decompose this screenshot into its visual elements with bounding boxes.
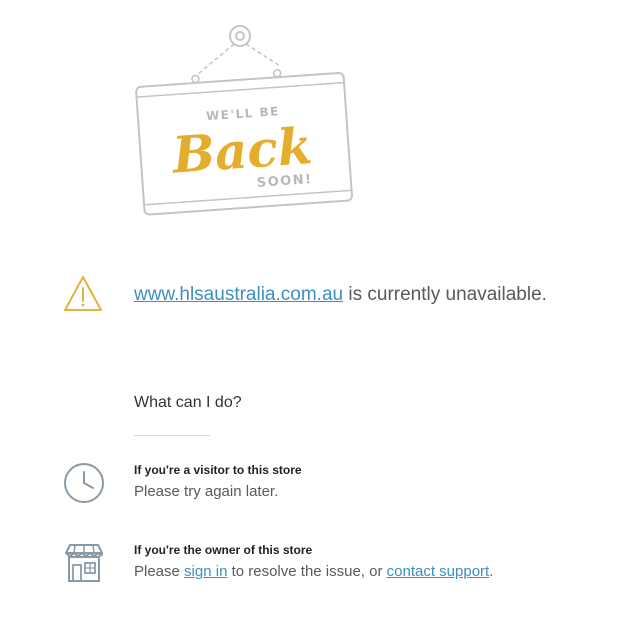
contact-support-link[interactable]: contact support [387,563,490,580]
clock-icon [64,463,104,503]
visitor-option: If you're a visitor to this store Please… [62,461,622,511]
owner-desc-prefix: Please [134,563,185,580]
owner-desc-middle: to resolve the issue, or [227,563,387,580]
store-domain-link[interactable]: www.hlsaustralia.com.au [134,284,343,305]
owner-desc-suffix: . [489,563,494,580]
divider [134,435,210,436]
visitor-option-description: Please try again later. [134,483,279,500]
owner-option: If you're the owner of this store Please… [62,541,622,591]
status-message-text: is currently unavailable. [343,284,547,305]
owner-option-title: If you're the owner of this store [134,543,313,557]
store-icon [65,544,103,582]
help-heading: What can I do? [134,394,242,411]
status-row: www.hlsaustralia.com.au is currently una… [62,274,622,316]
status-message: www.hlsaustralia.com.au is currently una… [134,284,547,306]
visitor-option-title: If you're a visitor to this store [134,463,302,477]
warning-icon [64,276,102,311]
hanging-sign-icon: WE'LL BE Back SOON! [120,18,370,218]
owner-option-description: Please sign in to resolve the issue, or … [134,563,493,580]
sign-in-link[interactable]: sign in [184,563,227,580]
